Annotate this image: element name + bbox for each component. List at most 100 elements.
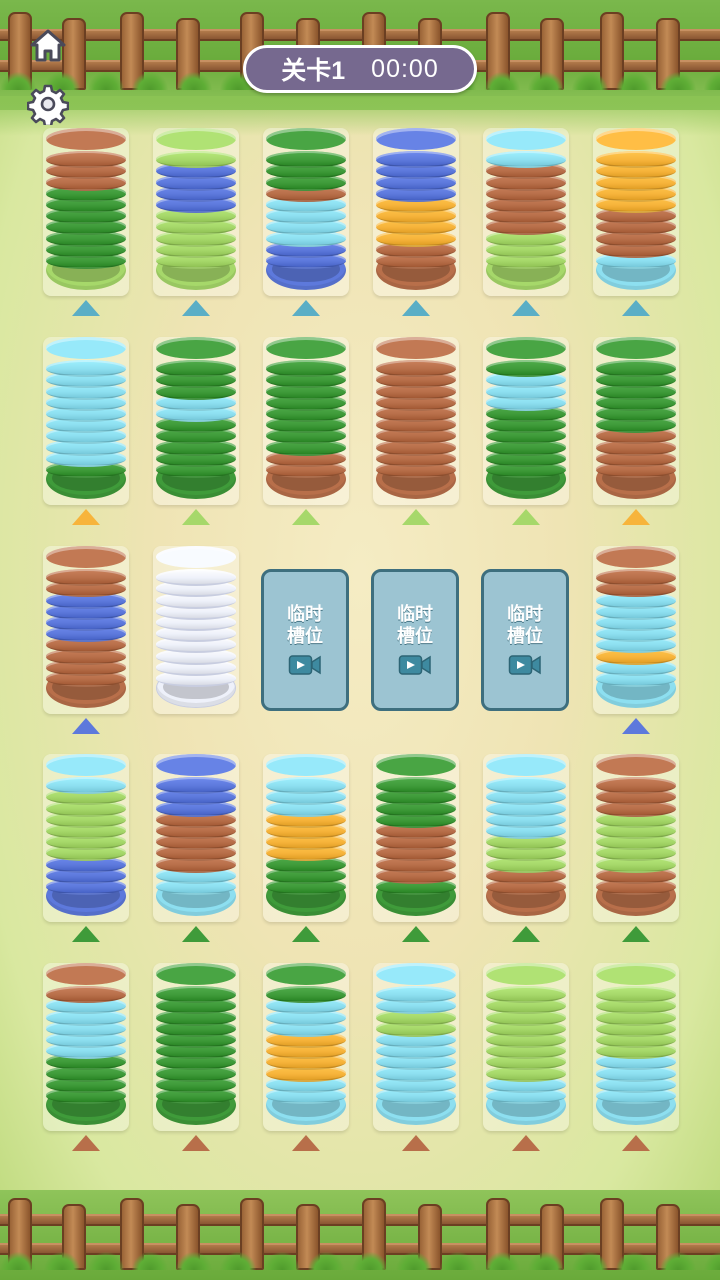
tube-top-disk [46, 128, 126, 150]
temp-slot-2[interactable]: 临时 槽位 [371, 569, 459, 711]
tube-r2c1[interactable] [43, 337, 129, 505]
tube-r1c4[interactable] [373, 128, 459, 296]
temp-slot-line1: 临时 [507, 604, 543, 624]
temp-slot-1[interactable]: 临时 槽位 [261, 569, 349, 711]
tube-top-disk [486, 963, 566, 985]
disk-dgreen [486, 360, 566, 378]
temp-slot-line1: 临时 [287, 604, 323, 624]
tube-arrow-indicator [512, 1135, 540, 1151]
grass-tuft [660, 72, 696, 90]
video-icon [398, 655, 431, 675]
tube-arrow-indicator [72, 300, 100, 316]
grass-tuft [176, 72, 212, 90]
disk-orange [596, 151, 676, 169]
tube-top-disk [266, 754, 346, 776]
tube-r3c2[interactable] [153, 546, 239, 714]
disk-cyan [266, 777, 346, 795]
tube-arrow-indicator [292, 509, 320, 525]
tube-top-disk [156, 546, 236, 568]
tube-arrow-indicator [622, 718, 650, 734]
grass-tuft [484, 72, 520, 90]
disk-cyan [46, 777, 126, 795]
grass-tuft [528, 1252, 564, 1270]
tube-top-disk [156, 128, 236, 150]
tube-r5c6[interactable] [593, 963, 679, 1131]
tube-arrow-indicator [402, 926, 430, 942]
tube-r4c5[interactable] [483, 754, 569, 922]
tube-r1c5[interactable] [483, 128, 569, 296]
tube-top-disk [156, 337, 236, 359]
disk-dgreen [376, 777, 456, 795]
grass-tuft [704, 1252, 720, 1270]
disk-dgreen [266, 360, 346, 378]
tube-r3c6[interactable] [593, 546, 679, 714]
grass-tuft [88, 1252, 124, 1270]
tube-r1c2[interactable] [153, 128, 239, 296]
tube-arrow-indicator [512, 926, 540, 942]
tube-arrow-indicator [622, 300, 650, 316]
tube-top-disk [486, 128, 566, 150]
grass-tuft [528, 72, 564, 90]
grass-tuft [88, 72, 124, 90]
grass-tuft [132, 1252, 168, 1270]
disk-dgreen [266, 986, 346, 1004]
tube-r4c1[interactable] [43, 754, 129, 922]
tube-top-disk [486, 754, 566, 776]
tube-r5c5[interactable] [483, 963, 569, 1131]
tube-r4c6[interactable] [593, 754, 679, 922]
tube-r5c2[interactable] [153, 963, 239, 1131]
timer: 00:00 [371, 54, 439, 83]
grass-tuft [660, 1252, 696, 1270]
fence-decoration [0, 1198, 720, 1270]
tube-r1c6[interactable] [593, 128, 679, 296]
tube-r4c3[interactable] [263, 754, 349, 922]
tube-r2c4[interactable] [373, 337, 459, 505]
settings-button[interactable] [24, 80, 72, 128]
tube-r2c3[interactable] [263, 337, 349, 505]
disk-white [156, 569, 236, 587]
tube-r1c3[interactable] [263, 128, 349, 296]
tube-arrow-indicator [182, 1135, 210, 1151]
temp-slot-line1: 临时 [397, 604, 433, 624]
tube-top-disk [46, 337, 126, 359]
disk-brown [46, 151, 126, 169]
tube-top-disk [156, 963, 236, 985]
tube-r2c5[interactable] [483, 337, 569, 505]
tube-top-disk [596, 337, 676, 359]
tube-r5c1[interactable] [43, 963, 129, 1131]
tube-r3c1[interactable] [43, 546, 129, 714]
temp-slot-label: 临时 槽位 [287, 603, 323, 647]
gear-icon [27, 84, 69, 125]
tube-arrow-indicator [72, 1135, 100, 1151]
temp-slot-label: 临时 槽位 [507, 603, 543, 647]
tube-r5c4[interactable] [373, 963, 459, 1131]
tube-r2c6[interactable] [593, 337, 679, 505]
disk-cyan [46, 360, 126, 378]
tube-r2c2[interactable] [153, 337, 239, 505]
tube-arrow-indicator [292, 926, 320, 942]
tube-arrow-indicator [512, 300, 540, 316]
bottom-fence-band [0, 1190, 720, 1280]
tube-arrow-indicator [72, 718, 100, 734]
temp-slot-line2: 槽位 [287, 626, 323, 646]
disk-brown [46, 569, 126, 587]
disk-brown [46, 986, 126, 1004]
disk-dgreen [156, 986, 236, 1004]
tube-r1c1[interactable] [43, 128, 129, 296]
grass-tuft [704, 72, 720, 90]
tube-top-disk [596, 128, 676, 150]
tube-top-disk [596, 546, 676, 568]
grass-tuft [616, 1252, 652, 1270]
tube-r5c3[interactable] [263, 963, 349, 1131]
grass-tuft [572, 1252, 608, 1270]
tube-r4c4[interactable] [373, 754, 459, 922]
tube-arrow-indicator [182, 926, 210, 942]
grass-tuft [572, 72, 608, 90]
tube-r4c2[interactable] [153, 754, 239, 922]
home-button[interactable] [24, 22, 72, 70]
disk-blue [376, 151, 456, 169]
grass-tuft [220, 1252, 256, 1270]
temp-slot-3[interactable]: 临时 槽位 [481, 569, 569, 711]
tube-top-disk [46, 546, 126, 568]
disk-lgreen [156, 151, 236, 169]
